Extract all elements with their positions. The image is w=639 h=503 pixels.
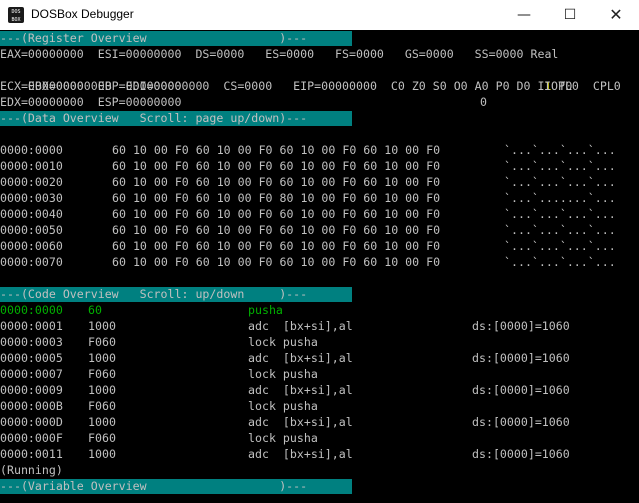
icon-text-top: DOS	[11, 9, 21, 15]
close-button[interactable]: ✕	[593, 0, 639, 30]
code-instruction: lock pusha	[248, 431, 318, 445]
code-instruction: lock pusha	[248, 367, 318, 381]
data-hex: 60 10 00 F0 60 10 00 F0 60 10 00 F0 60 1…	[112, 239, 441, 253]
data-address: 0000:0060	[0, 239, 63, 253]
register-row-3-main: ECX=00000000 EBP=00000000	[0, 79, 182, 93]
register-row-4: EDX=00000000 ESP=00000000 0	[0, 94, 639, 110]
data-ascii: `...`...`...`...	[504, 223, 616, 237]
code-extra: ds:[0000]=1060	[472, 383, 570, 397]
data-row: 0000:0000 60 10 00 F0 60 10 00 F0 60 10 …	[0, 142, 639, 158]
code-row[interactable]: 0000:0007 F060 lock pusha	[0, 366, 639, 382]
title-bar: DOS BOX DOSBox Debugger — ☐ ✕	[0, 0, 639, 30]
data-address: 0000:0010	[0, 159, 63, 173]
data-ascii: `...`...`...`...	[504, 143, 616, 157]
data-ascii: `...`...`...`...	[504, 207, 616, 221]
code-bytes: 1000	[88, 351, 116, 365]
code-bytes: 1000	[88, 415, 116, 429]
code-extra: ds:[0000]=1060	[472, 447, 570, 461]
data-address: 0000:0000	[0, 143, 63, 157]
data-row: 0000:0060 60 10 00 F0 60 10 00 F0 60 10 …	[0, 238, 639, 254]
code-instruction: pusha	[248, 303, 283, 317]
code-instruction: adc [bx+si],al	[248, 319, 353, 333]
data-hex: 60 10 00 F0 60 10 00 F0 60 10 00 F0 60 1…	[112, 143, 441, 157]
code-address: 0000:0000	[0, 303, 63, 317]
data-hex: 60 10 00 F0 60 10 00 F0 60 10 00 F0 60 1…	[112, 207, 441, 221]
code-instruction: adc [bx+si],al	[248, 351, 353, 365]
data-row: 0000:0030 60 10 00 F0 60 10 00 F0 80 10 …	[0, 190, 639, 206]
code-row[interactable]: 0000:0009 1000 adc [bx+si],al ds:[0000]=…	[0, 382, 639, 398]
register-overview-header: ---(Register Overview )---	[0, 31, 308, 45]
register-row-3: ECX=00000000 EBP=00000000 IOPL0 CPL0	[0, 78, 639, 94]
code-row[interactable]: 0000:000F F060 lock pusha	[0, 430, 639, 446]
code-address: 0000:0005	[0, 351, 63, 365]
data-ascii: `...`...`...`...	[504, 159, 616, 173]
data-address: 0000:0050	[0, 223, 63, 237]
code-bytes: 1000	[88, 447, 116, 461]
data-hex: 60 10 00 F0 60 10 00 F0 60 10 00 F0 60 1…	[112, 255, 441, 269]
code-bytes: F060	[88, 431, 116, 445]
code-bytes: 60	[88, 303, 102, 317]
variable-overview-header: ---(Variable Overview )---	[0, 479, 308, 493]
maximize-button[interactable]: ☐	[547, 0, 593, 30]
code-extra: ds:[0000]=1060	[472, 351, 570, 365]
data-hex: 60 10 00 F0 60 10 00 F0 60 10 00 F0 60 1…	[112, 223, 441, 237]
data-hex: 60 10 00 F0 60 10 00 F0 80 10 00 F0 60 1…	[112, 191, 441, 205]
data-address: 0000:0070	[0, 255, 63, 269]
data-address: 0000:0020	[0, 175, 63, 189]
data-hex: 60 10 00 F0 60 10 00 F0 60 10 00 F0 60 1…	[112, 175, 441, 189]
code-address: 0000:0011	[0, 447, 63, 461]
code-row[interactable]: 0000:000D 1000 adc [bx+si],al ds:[0000]=…	[0, 414, 639, 430]
debugger-console[interactable]: ---(Register Overview )--- EAX=00000000 …	[0, 30, 639, 503]
register-row-1: EAX=00000000 ESI=00000000 DS=0000 ES=000…	[0, 47, 559, 61]
code-address: 0000:0003	[0, 335, 63, 349]
code-row[interactable]: 0000:0001 1000 adc [bx+si],al ds:[0000]=…	[0, 318, 639, 334]
data-address: 0000:0030	[0, 191, 63, 205]
data-ascii: `...`...`...`...	[504, 175, 616, 189]
data-ascii: `...`...`...`...	[504, 255, 616, 269]
data-row: 0000:0020 60 10 00 F0 60 10 00 F0 60 10 …	[0, 174, 639, 190]
code-address: 0000:000D	[0, 415, 63, 429]
code-extra: ds:[0000]=1060	[472, 415, 570, 429]
window-title: DOSBox Debugger	[31, 7, 134, 21]
data-row: 0000:0010 60 10 00 F0 60 10 00 F0 60 10 …	[0, 158, 639, 174]
run-status: (Running)	[0, 463, 63, 477]
code-bytes: F060	[88, 399, 116, 413]
code-extra: ds:[0000]=1060	[472, 319, 570, 333]
code-bytes: 1000	[88, 383, 116, 397]
code-row[interactable]: 0000:000B F060 lock pusha	[0, 398, 639, 414]
code-overview-header: ---(Code Overview Scroll: up/down )---	[0, 287, 308, 301]
data-row: 0000:0070 60 10 00 F0 60 10 00 F0 60 10 …	[0, 254, 639, 270]
code-address: 0000:0007	[0, 367, 63, 381]
code-instruction: adc [bx+si],al	[248, 415, 353, 429]
code-bytes: F060	[88, 367, 116, 381]
register-row-4-main: EDX=00000000 ESP=00000000	[0, 95, 182, 109]
data-address: 0000:0040	[0, 207, 63, 221]
code-address: 0000:000B	[0, 399, 63, 413]
code-address: 0000:0009	[0, 383, 63, 397]
dosbox-icon[interactable]: DOS BOX	[8, 7, 24, 23]
code-instruction: adc [bx+si],al	[248, 447, 353, 461]
minimize-button[interactable]: —	[501, 0, 547, 30]
data-overview-header: ---(Data Overview Scroll: page up/down)-…	[0, 111, 308, 125]
code-address: 0000:0001	[0, 319, 63, 333]
code-bytes: F060	[88, 335, 116, 349]
code-row[interactable]: 0000:0011 1000 adc [bx+si],al ds:[0000]=…	[0, 446, 639, 462]
code-row-current[interactable]: 0000:0000 60 pusha	[0, 302, 639, 318]
code-address: 0000:000F	[0, 431, 63, 445]
code-row[interactable]: 0000:0005 1000 adc [bx+si],al ds:[0000]=…	[0, 350, 639, 366]
data-row: 0000:0050 60 10 00 F0 60 10 00 F0 60 10 …	[0, 222, 639, 238]
code-instruction: adc [bx+si],al	[248, 383, 353, 397]
code-row[interactable]: 0000:0003 F060 lock pusha	[0, 334, 639, 350]
privilege-levels: IOPL0 CPL0	[544, 79, 621, 93]
code-bytes: 1000	[88, 319, 116, 333]
data-row: 0000:0040 60 10 00 F0 60 10 00 F0 60 10 …	[0, 206, 639, 222]
data-ascii: `...`.......`...	[504, 191, 616, 205]
code-instruction: lock pusha	[248, 335, 318, 349]
register-row-2: EBX=00000000 EDI=00000000 CS=0000 EIP=00…	[0, 62, 639, 93]
data-ascii: `...`...`...`...	[504, 239, 616, 253]
icon-text-bottom: BOX	[11, 17, 21, 23]
code-instruction: lock pusha	[248, 399, 318, 413]
register-row-4-extra: 0	[480, 95, 487, 109]
data-hex: 60 10 00 F0 60 10 00 F0 60 10 00 F0 60 1…	[112, 159, 441, 173]
